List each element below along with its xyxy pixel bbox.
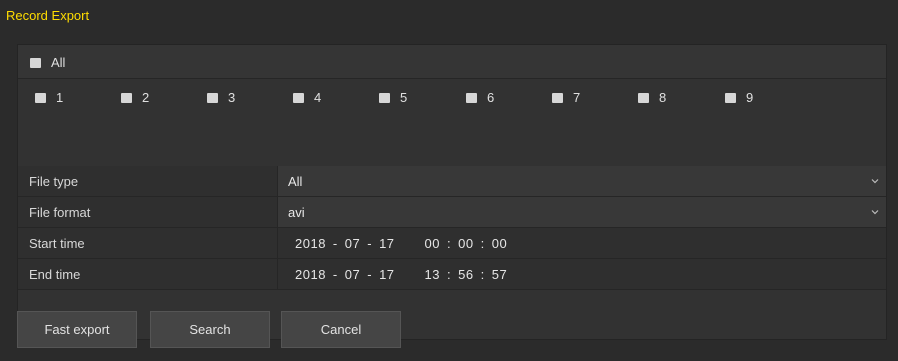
start-time-row: Start time 2018 - 07 - 17 00 : 00 : 00 — [18, 228, 886, 259]
all-channels-row: All — [18, 45, 886, 79]
checkbox-box[interactable] — [638, 92, 649, 103]
file-type-label: File type — [18, 166, 278, 196]
checkbox-box[interactable] — [35, 92, 46, 103]
channel-label: 6 — [487, 90, 495, 105]
start-year[interactable]: 2018 — [295, 236, 326, 251]
checkbox-box[interactable] — [30, 57, 41, 68]
time-separator: : — [480, 235, 485, 251]
date-separator: - — [367, 235, 373, 251]
chevron-down-icon — [871, 210, 879, 215]
checkbox-all[interactable]: All — [30, 55, 65, 70]
end-hour[interactable]: 13 — [425, 267, 440, 282]
checkbox-all-label: All — [51, 55, 66, 70]
checkbox-box[interactable] — [293, 92, 304, 103]
channel-label: 9 — [746, 90, 754, 105]
checkbox-channel-5[interactable]: 5 — [379, 90, 407, 105]
end-time-row: End time 2018 - 07 - 17 13 : 56 : 57 — [18, 259, 886, 290]
export-panel: All 1 2 3 4 5 6 7 8 9 File type All File… — [17, 44, 887, 340]
file-type-value: All — [288, 173, 303, 189]
start-second[interactable]: 00 — [492, 236, 507, 251]
checkbox-box[interactable] — [121, 92, 132, 103]
end-second[interactable]: 57 — [492, 267, 507, 282]
record-export-window: Record Export All 1 2 3 4 5 6 7 8 9 File… — [0, 0, 898, 361]
start-day[interactable]: 17 — [379, 236, 394, 251]
end-time-field[interactable]: 2018 - 07 - 17 13 : 56 : 57 — [278, 259, 886, 289]
file-format-label: File format — [18, 197, 278, 227]
start-minute[interactable]: 00 — [458, 236, 473, 251]
checkbox-box[interactable] — [466, 92, 477, 103]
checkbox-channel-8[interactable]: 8 — [638, 90, 666, 105]
time-separator: : — [447, 266, 452, 282]
end-time-label: End time — [18, 259, 278, 289]
checkbox-channel-6[interactable]: 6 — [466, 90, 494, 105]
end-day[interactable]: 17 — [379, 267, 394, 282]
checkbox-channel-7[interactable]: 7 — [552, 90, 580, 105]
search-button[interactable]: Search — [150, 311, 270, 348]
end-minute[interactable]: 56 — [458, 267, 473, 282]
channel-label: 1 — [56, 90, 64, 105]
time-separator: : — [480, 266, 485, 282]
checkbox-channel-9[interactable]: 9 — [725, 90, 753, 105]
end-time-datetime[interactable]: 2018 - 07 - 17 13 : 56 : 57 — [288, 267, 507, 282]
start-time-datetime[interactable]: 2018 - 07 - 17 00 : 00 : 00 — [288, 236, 507, 251]
checkbox-box[interactable] — [725, 92, 736, 103]
checkbox-channel-3[interactable]: 3 — [207, 90, 235, 105]
start-month[interactable]: 07 — [345, 236, 360, 251]
fast-export-button[interactable]: Fast export — [17, 311, 137, 348]
checkbox-box[interactable] — [379, 92, 390, 103]
file-format-value: avi — [288, 204, 305, 220]
file-format-select[interactable]: avi — [278, 197, 886, 227]
file-type-row: File type All — [18, 166, 886, 197]
channel-label: 7 — [573, 90, 581, 105]
channel-label: 5 — [400, 90, 408, 105]
checkbox-box[interactable] — [552, 92, 563, 103]
channel-label: 3 — [228, 90, 236, 105]
file-type-select[interactable]: All — [278, 166, 886, 196]
checkbox-channel-4[interactable]: 4 — [293, 90, 321, 105]
channel-label: 2 — [142, 90, 150, 105]
window-title: Record Export — [6, 8, 90, 23]
end-year[interactable]: 2018 — [295, 267, 326, 282]
checkbox-channel-2[interactable]: 2 — [121, 90, 149, 105]
start-hour[interactable]: 00 — [425, 236, 440, 251]
checkbox-channel-1[interactable]: 1 — [35, 90, 63, 105]
date-separator: - — [367, 266, 373, 282]
chevron-down-icon — [871, 179, 879, 184]
file-format-row: File format avi — [18, 197, 886, 228]
time-separator: : — [447, 235, 452, 251]
start-time-field[interactable]: 2018 - 07 - 17 00 : 00 : 00 — [278, 228, 886, 258]
end-month[interactable]: 07 — [345, 267, 360, 282]
channel-label: 8 — [659, 90, 667, 105]
cancel-button[interactable]: Cancel — [281, 311, 401, 348]
channel-label: 4 — [314, 90, 322, 105]
date-separator: - — [332, 266, 338, 282]
checkbox-box[interactable] — [207, 92, 218, 103]
date-separator: - — [332, 235, 338, 251]
start-time-label: Start time — [18, 228, 278, 258]
